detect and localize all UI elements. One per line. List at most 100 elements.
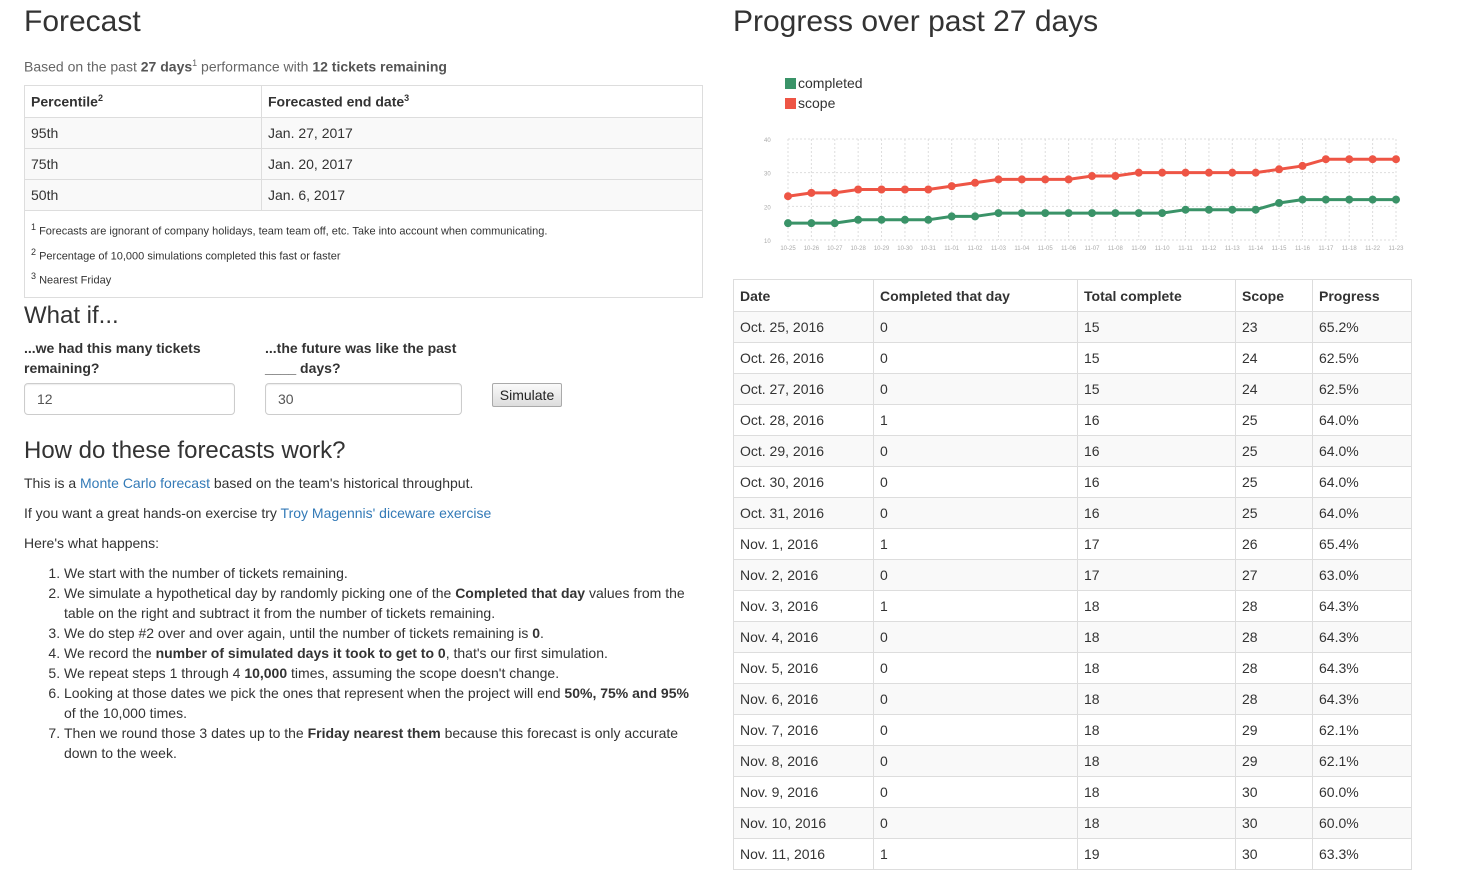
data-point-scope (1064, 175, 1073, 184)
data-point-scope (830, 188, 839, 197)
data-point-completed (1041, 209, 1050, 218)
table-cell: Nov. 5, 2016 (733, 652, 874, 684)
table-cell: Nov. 1, 2016 (733, 528, 874, 560)
table-cell: Nov. 8, 2016 (733, 745, 874, 777)
data-point-scope (1017, 175, 1026, 184)
end-date-header: Forecasted end date3 (261, 85, 703, 118)
legend-label-scope: scope (798, 95, 836, 111)
table-cell: 0 (873, 621, 1078, 653)
x-tick-label: 10-25 (780, 246, 796, 252)
table-row: Nov. 6, 2016 0 18 28 64.3% (733, 683, 1412, 715)
x-tick-label: 11-02 (968, 246, 984, 252)
table-cell: Oct. 30, 2016 (733, 466, 874, 498)
data-point-completed (1181, 205, 1190, 214)
x-tick-label: 10-31 (921, 246, 937, 252)
table-cell: 28 (1235, 683, 1313, 715)
data-point-scope (924, 185, 933, 194)
table-cell: 1 (873, 404, 1078, 436)
data-point-completed (1064, 209, 1073, 218)
table-cell: 65.4% (1312, 528, 1412, 560)
x-tick-label: 11-04 (1014, 246, 1030, 252)
how-heading: How do these forecasts work? (24, 437, 346, 464)
column-header: Total complete (1077, 279, 1236, 312)
data-point-completed (1345, 195, 1354, 204)
data-point-completed (877, 215, 886, 224)
data-point-completed (1134, 209, 1143, 218)
data-point-scope (1368, 155, 1377, 164)
table-cell: 16 (1077, 466, 1236, 498)
column-header: Date (733, 279, 874, 312)
data-point-scope (1134, 168, 1143, 177)
forecast-row: 50th Jan. 6, 2017 (24, 179, 703, 211)
data-point-scope (1181, 168, 1190, 177)
table-cell: 64.3% (1312, 590, 1412, 622)
table-cell: 0 (873, 497, 1078, 529)
table-row: Nov. 1, 2016 1 17 26 65.4% (733, 528, 1412, 560)
past-days-input[interactable] (265, 383, 462, 415)
data-point-completed (1158, 209, 1167, 218)
diceware-exercise-link[interactable]: Troy Magennis' diceware exercise (281, 505, 492, 521)
table-cell: 18 (1077, 714, 1236, 746)
data-point-completed (1111, 209, 1120, 218)
column-header: Completed that day (873, 279, 1078, 312)
data-point-scope (947, 182, 956, 191)
footnotes: 1 Forecasts are ignorant of company holi… (24, 210, 703, 298)
legend-swatch-completed (785, 78, 796, 89)
forecast-table: Percentile2 Forecasted end date3 95th Ja… (24, 85, 703, 298)
data-point-scope (1321, 155, 1330, 164)
end-date-cell: Jan. 20, 2017 (261, 148, 703, 180)
table-cell: 25 (1235, 497, 1313, 529)
table-cell: 62.1% (1312, 714, 1412, 746)
table-cell: 25 (1235, 404, 1313, 436)
table-row: Nov. 4, 2016 0 18 28 64.3% (733, 621, 1412, 653)
data-point-scope (1111, 172, 1120, 181)
x-tick-label: 10-26 (804, 246, 820, 252)
intro-text: Based on the past (24, 58, 141, 75)
x-tick-label: 11-22 (1365, 246, 1381, 252)
table-cell: 0 (873, 745, 1078, 777)
legend-label-completed: completed (798, 75, 863, 91)
end-date-cell: Jan. 6, 2017 (261, 179, 703, 211)
x-tick-label: 10-29 (874, 246, 890, 252)
data-point-scope (1251, 168, 1260, 177)
y-tick-label: 40 (764, 138, 771, 144)
x-tick-label: 11-09 (1131, 246, 1147, 252)
data-point-completed (900, 215, 909, 224)
data-point-completed (807, 219, 816, 228)
table-cell: 23 (1235, 311, 1313, 343)
intro-text: performance with (197, 58, 313, 75)
data-point-completed (1392, 195, 1400, 204)
table-cell: 28 (1235, 652, 1313, 684)
table-cell: 30 (1235, 838, 1313, 870)
table-cell: 62.5% (1312, 373, 1412, 405)
table-row: Oct. 30, 2016 0 16 25 64.0% (733, 466, 1412, 498)
table-cell: 0 (873, 807, 1078, 839)
data-point-scope (900, 185, 909, 194)
data-point-scope (1392, 155, 1400, 164)
table-cell: Oct. 25, 2016 (733, 311, 874, 343)
footnote: 2 Percentage of 10,000 simulations compl… (31, 246, 341, 263)
data-point-completed (971, 212, 980, 221)
x-tick-label: 11-17 (1318, 246, 1334, 252)
table-cell: 60.0% (1312, 776, 1412, 808)
step-item: We do step #2 over and over again, until… (64, 623, 704, 643)
table-cell: 60.0% (1312, 807, 1412, 839)
page-title: Forecast (24, 5, 141, 38)
table-row: Nov. 5, 2016 0 18 28 64.3% (733, 652, 1412, 684)
percentile-cell: 75th (24, 148, 262, 180)
data-point-completed (784, 219, 792, 228)
data-point-completed (1228, 205, 1237, 214)
x-tick-label: 11-01 (944, 246, 960, 252)
simulate-button[interactable]: Simulate (492, 383, 562, 407)
data-point-completed (1275, 198, 1284, 207)
footnote: 3 Nearest Friday (31, 271, 112, 287)
table-cell: 18 (1077, 807, 1236, 839)
exercise-paragraph: If you want a great hands-on exercise tr… (24, 505, 492, 521)
data-point-scope (1204, 168, 1213, 177)
monte-carlo-link[interactable]: Monte Carlo forecast (80, 475, 210, 491)
table-cell: 63.0% (1312, 559, 1412, 591)
step-item: We simulate a hypothetical day by random… (64, 583, 704, 623)
what-if-heading: What if... (24, 302, 119, 329)
tickets-remaining-input[interactable] (24, 383, 235, 415)
data-point-scope (1041, 175, 1050, 184)
